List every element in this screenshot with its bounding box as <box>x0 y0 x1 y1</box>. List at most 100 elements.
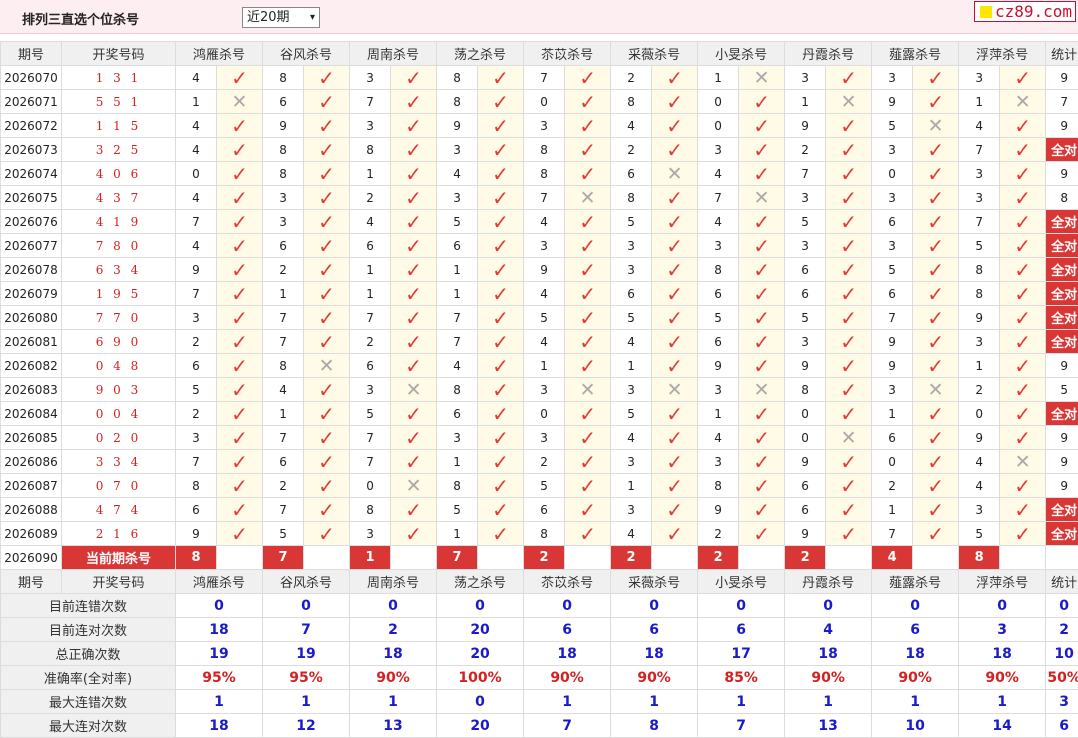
result-cell: ✓ <box>913 450 959 474</box>
result-cell: ✓ <box>739 258 785 282</box>
kill-number-cell: 3 <box>263 210 304 234</box>
kill-number-cell: 7 <box>959 138 1000 162</box>
kill-number-cell: 2 <box>176 330 217 354</box>
period-cell: 2026086 <box>1 450 62 474</box>
kill-number-cell: 1 <box>611 354 652 378</box>
summary-value: 7 <box>524 714 611 738</box>
kill-number-cell: 8 <box>176 474 217 498</box>
result-cell: ✓ <box>217 378 263 402</box>
table-row: 20260820 4 86✓8✕6✓4✓1✓1✓9✓9✓9✓1✓9 <box>1 354 1078 378</box>
result-cell: ✓ <box>304 378 350 402</box>
check-icon: ✓ <box>579 66 596 90</box>
table-row: 20260733 2 54✓8✓8✓3✓8✓2✓3✓2✓3✓7✓全对 <box>1 138 1078 162</box>
kill-number-cell: 7 <box>350 90 391 114</box>
result-cell: ✓ <box>826 114 872 138</box>
kill-number-cell: 3 <box>437 138 478 162</box>
kill-number-cell: 2 <box>872 474 913 498</box>
summary-value: 13 <box>350 714 437 738</box>
check-icon: ✓ <box>666 186 683 210</box>
kill-number-cell: 3 <box>872 378 913 402</box>
draw-number-cell: 3 2 5 <box>62 138 176 162</box>
result-cell: ✓ <box>478 66 524 90</box>
check-icon: ✓ <box>318 330 335 354</box>
kill-number-cell: 8 <box>698 474 739 498</box>
kill-number-cell: 5 <box>437 210 478 234</box>
check-icon: ✓ <box>927 258 944 282</box>
col-header-expert: 浮萍杀号 <box>959 42 1046 66</box>
kill-number-cell: 8 <box>959 282 1000 306</box>
kill-number-cell: 0 <box>698 114 739 138</box>
summary-value: 19 <box>176 642 263 666</box>
kill-number-cell: 1 <box>350 282 391 306</box>
result-cell: ✓ <box>304 234 350 258</box>
col-header-expert: 鸿雁杀号 <box>176 570 263 594</box>
result-cell: ✓ <box>391 450 437 474</box>
kill-number-cell: 3 <box>524 114 565 138</box>
result-cell: ✓ <box>826 66 872 90</box>
kill-number-cell: 4 <box>698 210 739 234</box>
kill-number-cell: 7 <box>437 330 478 354</box>
check-icon: ✓ <box>927 234 944 258</box>
result-cell: ✓ <box>739 354 785 378</box>
summary-value: 7 <box>263 618 350 642</box>
col-header-stat: 统计 <box>1046 570 1078 594</box>
stat-cell: 全对 <box>1046 210 1078 234</box>
cross-icon: ✕ <box>928 379 944 401</box>
summary-value: 18 <box>176 714 263 738</box>
kill-number-cell: 1 <box>437 282 478 306</box>
check-icon: ✓ <box>492 210 509 234</box>
result-cell: ✓ <box>565 522 611 546</box>
col-header-expert: 苶苡杀号 <box>524 42 611 66</box>
result-cell: ✓ <box>826 282 872 306</box>
kill-number-cell: 0 <box>524 90 565 114</box>
period-cell: 2026081 <box>1 330 62 354</box>
period-cell: 2026078 <box>1 258 62 282</box>
result-cell: ✓ <box>478 402 524 426</box>
summary-row: 准确率(全对率)95%95%90%100%90%90%85%90%90%90%5… <box>1 666 1078 690</box>
result-cell: ✓ <box>478 282 524 306</box>
kill-number-cell: 0 <box>959 402 1000 426</box>
kill-number-cell: 8 <box>524 522 565 546</box>
result-cell: ✓ <box>478 90 524 114</box>
period-cell: 2026077 <box>1 234 62 258</box>
check-icon: ✓ <box>318 498 335 522</box>
kill-number-cell: 5 <box>959 522 1000 546</box>
kill-number-cell: 8 <box>611 186 652 210</box>
current-kill-number: 7 <box>437 546 478 570</box>
kill-number-cell: 6 <box>176 354 217 378</box>
col-header-expert: 薤露杀号 <box>872 570 959 594</box>
result-cell: ✓ <box>652 354 698 378</box>
summary-value: 90% <box>611 666 698 690</box>
result-cell: ✓ <box>913 306 959 330</box>
summary-value: 0 <box>872 594 959 618</box>
site-logo[interactable]: cz89.com <box>974 1 1076 22</box>
table-row: 20260721 1 54✓9✓3✓9✓3✓4✓0✓9✓5✕4✓9 <box>1 114 1078 138</box>
result-cell: ✓ <box>826 402 872 426</box>
table-row: 20260850 2 03✓7✓7✓3✓3✓4✓4✓0✕6✓9✓9 <box>1 426 1078 450</box>
check-icon: ✓ <box>840 282 857 306</box>
kill-number-cell: 6 <box>785 498 826 522</box>
result-cell: ✓ <box>217 282 263 306</box>
check-icon: ✓ <box>753 210 770 234</box>
check-icon: ✓ <box>318 258 335 282</box>
result-cell: ✓ <box>478 234 524 258</box>
table-row: 20260807 7 03✓7✓7✓7✓5✓5✓5✓5✓7✓9✓全对 <box>1 306 1078 330</box>
summary-header-row: 期号开奖号码鸿雁杀号谷风杀号周南杀号荡之杀号苶苡杀号采薇杀号小旻杀号丹霞杀号薤露… <box>1 570 1078 594</box>
check-icon: ✓ <box>492 90 509 114</box>
table-row: 20260786 3 49✓2✓1✓1✓9✓3✓8✓6✓5✓8✓全对 <box>1 258 1078 282</box>
range-select[interactable]: 近20期 ▾ <box>242 7 320 28</box>
result-cell: ✓ <box>391 522 437 546</box>
check-icon: ✓ <box>318 450 335 474</box>
result-cell: ✓ <box>826 354 872 378</box>
check-icon: ✓ <box>753 306 770 330</box>
result-cell: ✓ <box>913 498 959 522</box>
result-cell: ✓ <box>739 474 785 498</box>
stat-cell: 全对 <box>1046 234 1078 258</box>
check-icon: ✓ <box>1014 282 1031 306</box>
check-icon: ✓ <box>579 426 596 450</box>
result-cell: ✓ <box>826 330 872 354</box>
check-icon: ✓ <box>1014 258 1031 282</box>
check-icon: ✓ <box>666 90 683 114</box>
result-cell: ✓ <box>739 90 785 114</box>
kill-number-cell: 5 <box>872 114 913 138</box>
